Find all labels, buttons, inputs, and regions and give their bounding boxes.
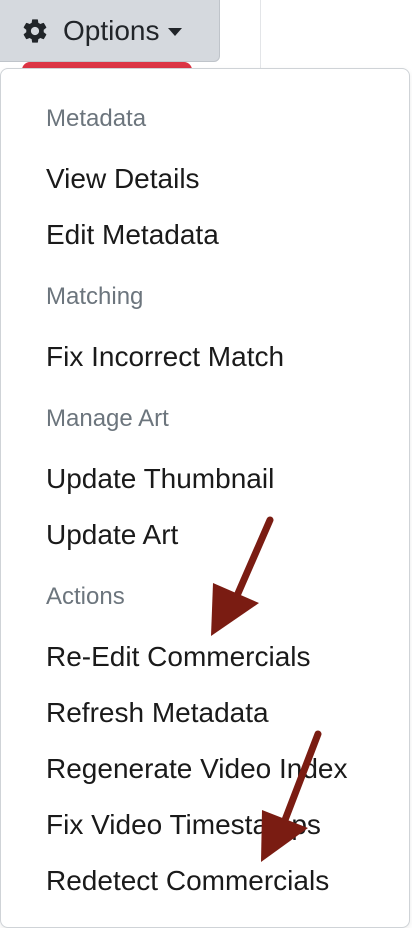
caret-down-icon [167,28,182,36]
menu-item-re-edit-commercials[interactable]: Re-Edit Commercials [46,640,311,674]
menu-item-regenerate-video-index[interactable]: Regenerate Video Index [46,752,348,786]
menu-item-fix-incorrect-match[interactable]: Fix Incorrect Match [46,340,284,374]
menu-header-actions: Actions [46,583,125,610]
page-divider [260,0,261,70]
menu-item-update-thumbnail[interactable]: Update Thumbnail [46,462,274,496]
menu-header-manage-art: Manage Art [46,405,169,432]
menu-item-redetect-commercials[interactable]: Redetect Commercials [46,864,329,898]
menu-item-update-art[interactable]: Update Art [46,518,178,552]
menu-item-edit-metadata[interactable]: Edit Metadata [46,218,219,252]
options-button[interactable]: Options [0,0,220,62]
menu-item-refresh-metadata[interactable]: Refresh Metadata [46,696,269,730]
menu-header-metadata: Metadata [46,105,147,132]
gear-icon [23,19,47,43]
options-button-label: Options [63,15,160,46]
options-dropdown-menu [0,68,410,928]
menu-item-view-details[interactable]: View Details [46,162,200,196]
menu-item-fix-video-timestamps[interactable]: Fix Video Timestamps [46,808,321,842]
menu-header-matching: Matching [46,283,144,310]
